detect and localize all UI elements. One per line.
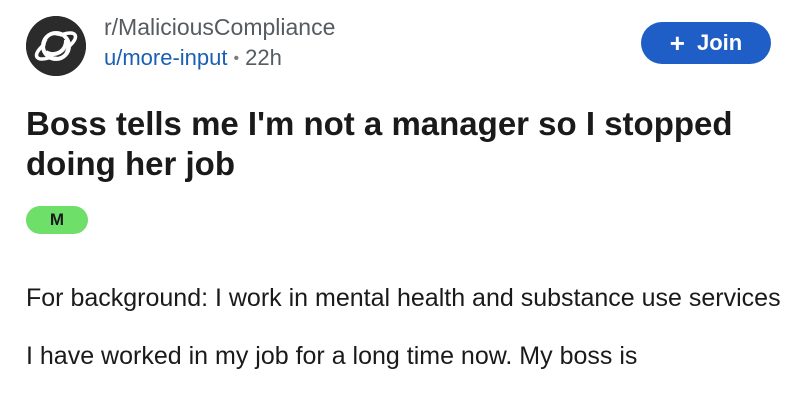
post-title[interactable]: Boss tells me I'm not a manager so I sto…	[26, 104, 746, 184]
post-body: For background: I work in mental health …	[26, 280, 786, 374]
plus-icon: +	[669, 28, 685, 58]
subreddit-avatar[interactable]	[26, 16, 86, 76]
separator-dot: •	[233, 50, 240, 67]
body-paragraph: For background: I work in mental health …	[26, 284, 781, 312]
post-age: 22h	[245, 45, 282, 70]
body-paragraph: I have worked in my job for a long time …	[26, 342, 638, 370]
post-flair[interactable]: M	[26, 206, 88, 234]
subreddit-name[interactable]: r/MaliciousCompliance	[104, 12, 335, 42]
post-meta: r/MaliciousCompliance u/more-input • 22h	[104, 12, 335, 73]
byline: u/more-input • 22h	[104, 44, 335, 73]
reddit-post: r/MaliciousCompliance u/more-input • 22h +…	[0, 0, 800, 420]
post-header: r/MaliciousCompliance u/more-input • 22h +…	[26, 12, 776, 76]
join-button[interactable]: + Join	[641, 22, 771, 64]
author-username[interactable]: u/more-input	[104, 45, 228, 70]
join-label: Join	[696, 30, 743, 55]
planet-icon	[26, 16, 86, 76]
